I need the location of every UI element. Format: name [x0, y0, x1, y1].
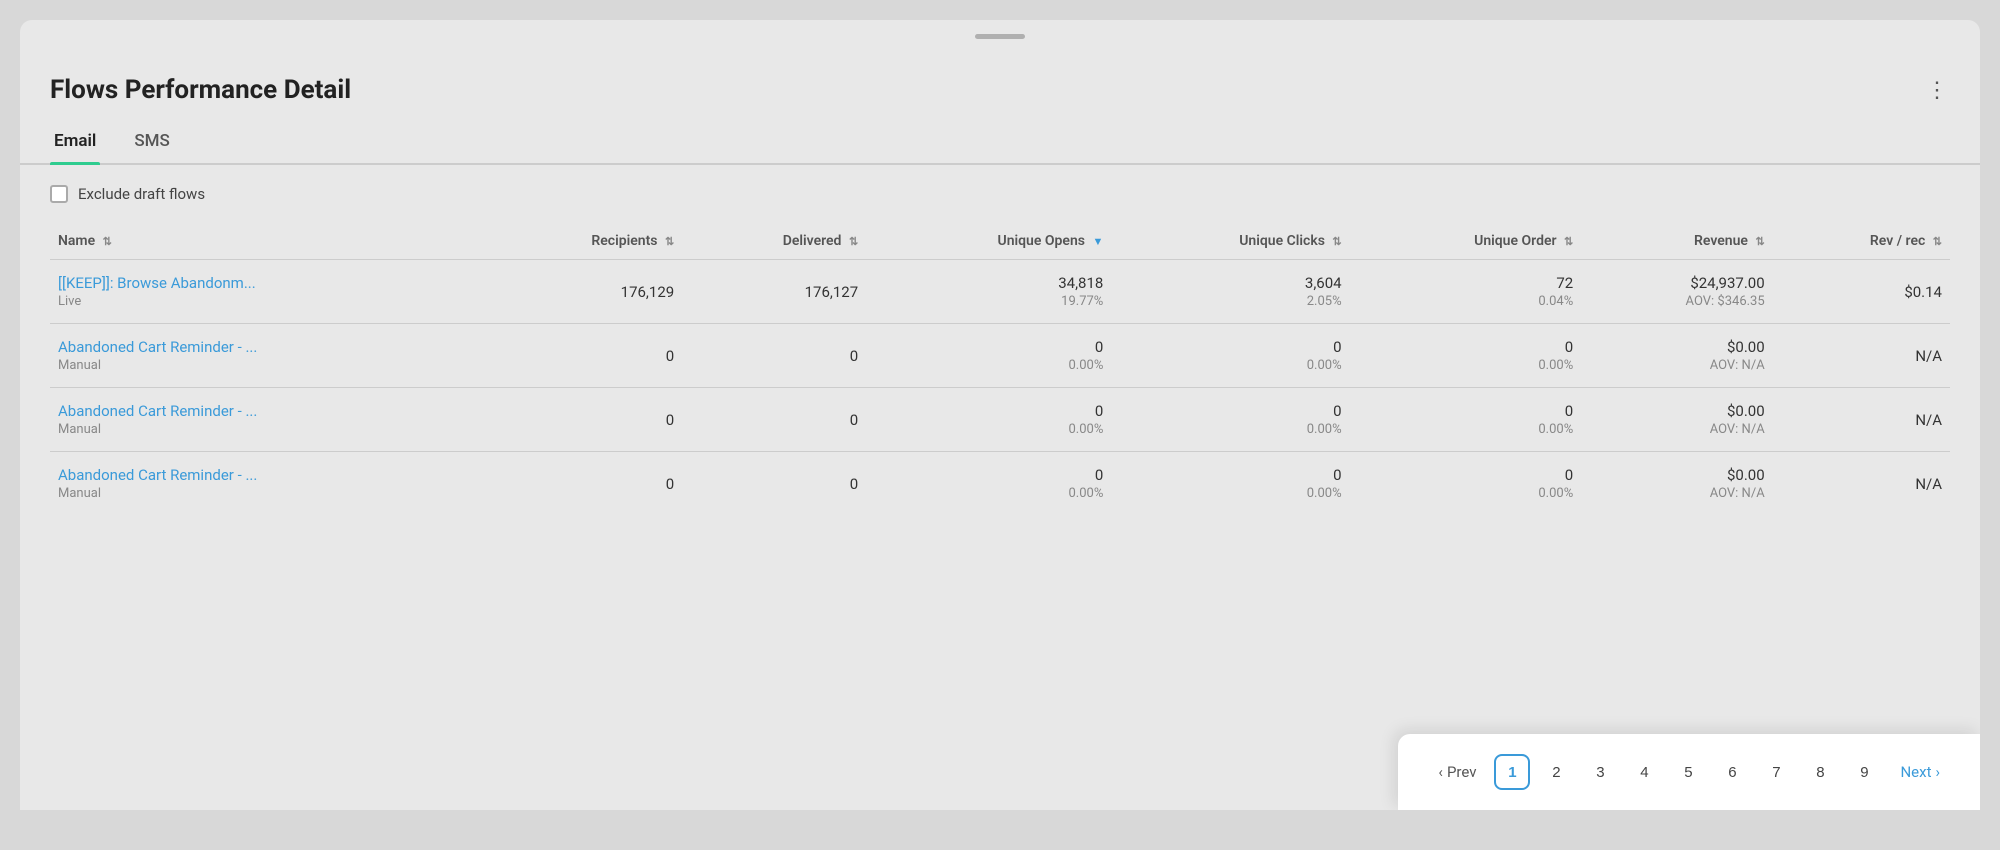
- cell-revenue-3: $0.00 AOV: N/A: [1581, 452, 1772, 516]
- cell-unique-opens-3: 0 0.00%: [866, 452, 1111, 516]
- page-button-3[interactable]: 3: [1582, 754, 1618, 790]
- flow-status-3: Manual: [58, 486, 475, 501]
- page-button-8[interactable]: 8: [1802, 754, 1838, 790]
- cell-rev-per-rec-3: N/A: [1773, 452, 1950, 516]
- cell-unique-opens-1: 0 0.00%: [866, 324, 1111, 388]
- table-row: Abandoned Cart Reminder - ... Manual 0 0…: [50, 452, 1950, 516]
- table-header-row: Name ⇅ Recipients ⇅ Delivered ⇅ Unique O…: [50, 223, 1950, 260]
- cell-rev-per-rec-0: $0.14: [1773, 260, 1950, 324]
- flow-name-link-1[interactable]: Abandoned Cart Reminder - ...: [58, 338, 475, 356]
- cell-recipients-0: 176,129: [483, 260, 682, 324]
- tabs-row: Email SMS: [20, 105, 1980, 165]
- flow-status-0: Live: [58, 294, 475, 309]
- page-button-5[interactable]: 5: [1670, 754, 1706, 790]
- main-panel: Flows Performance Detail ⋮ Email SMS Exc…: [20, 20, 1980, 810]
- header: Flows Performance Detail ⋮: [20, 45, 1980, 105]
- cell-rev-per-rec-2: N/A: [1773, 388, 1950, 452]
- table-row: [[KEEP]]: Browse Abandonm... Live 176,12…: [50, 260, 1950, 324]
- sort-opens-icon: ▼: [1092, 235, 1103, 248]
- prev-button[interactable]: ‹ Prev: [1428, 757, 1486, 787]
- col-unique-opens[interactable]: Unique Opens ▼: [866, 223, 1111, 260]
- cell-recipients-2: 0: [483, 388, 682, 452]
- cell-unique-order-1: 0 0.00%: [1350, 324, 1582, 388]
- pagination-panel: ‹ Prev 1 2 3 4 5 6 7 8 9 Next ›: [1398, 734, 1980, 810]
- col-unique-clicks[interactable]: Unique Clicks ⇅: [1111, 223, 1349, 260]
- sort-delivered-icon: ⇅: [849, 235, 858, 248]
- page-button-1[interactable]: 1: [1494, 754, 1530, 790]
- flow-name-link-2[interactable]: Abandoned Cart Reminder - ...: [58, 402, 475, 420]
- cell-unique-opens-0: 34,818 19.77%: [866, 260, 1111, 324]
- cell-unique-order-3: 0 0.00%: [1350, 452, 1582, 516]
- cell-name-1: Abandoned Cart Reminder - ... Manual: [50, 324, 483, 388]
- cell-recipients-1: 0: [483, 324, 682, 388]
- page-title: Flows Performance Detail: [50, 75, 351, 105]
- table-row: Abandoned Cart Reminder - ... Manual 0 0…: [50, 324, 1950, 388]
- cell-unique-clicks-3: 0 0.00%: [1111, 452, 1349, 516]
- tab-sms[interactable]: SMS: [130, 123, 173, 163]
- more-options-icon[interactable]: ⋮: [1926, 78, 1950, 103]
- col-delivered[interactable]: Delivered ⇅: [682, 223, 866, 260]
- cell-revenue-0: $24,937.00 AOV: $346.35: [1581, 260, 1772, 324]
- page-button-7[interactable]: 7: [1758, 754, 1794, 790]
- page-button-2[interactable]: 2: [1538, 754, 1574, 790]
- exclude-draft-checkbox[interactable]: [50, 185, 68, 203]
- next-button[interactable]: Next ›: [1890, 757, 1950, 787]
- cell-name-2: Abandoned Cart Reminder - ... Manual: [50, 388, 483, 452]
- page-button-4[interactable]: 4: [1626, 754, 1662, 790]
- flow-name-link-3[interactable]: Abandoned Cart Reminder - ...: [58, 466, 475, 484]
- col-rev-per-rec[interactable]: Rev / rec ⇅: [1773, 223, 1950, 260]
- cell-recipients-3: 0: [483, 452, 682, 516]
- cell-revenue-1: $0.00 AOV: N/A: [1581, 324, 1772, 388]
- page-button-9[interactable]: 9: [1846, 754, 1882, 790]
- flow-status-1: Manual: [58, 358, 475, 373]
- sort-revenue-icon: ⇅: [1755, 235, 1764, 248]
- tab-email[interactable]: Email: [50, 123, 100, 163]
- flow-name-link-0[interactable]: [[KEEP]]: Browse Abandonm...: [58, 274, 475, 292]
- cell-name-0: [[KEEP]]: Browse Abandonm... Live: [50, 260, 483, 324]
- cell-name-3: Abandoned Cart Reminder - ... Manual: [50, 452, 483, 516]
- col-unique-order[interactable]: Unique Order ⇅: [1350, 223, 1582, 260]
- col-recipients[interactable]: Recipients ⇅: [483, 223, 682, 260]
- drag-handle: [975, 34, 1025, 39]
- cell-delivered-1: 0: [682, 324, 866, 388]
- cell-rev-per-rec-1: N/A: [1773, 324, 1950, 388]
- cell-delivered-0: 176,127: [682, 260, 866, 324]
- exclude-draft-label: Exclude draft flows: [78, 185, 205, 203]
- flows-table: Name ⇅ Recipients ⇅ Delivered ⇅ Unique O…: [50, 223, 1950, 515]
- cell-revenue-2: $0.00 AOV: N/A: [1581, 388, 1772, 452]
- cell-unique-clicks-1: 0 0.00%: [1111, 324, 1349, 388]
- cell-unique-opens-2: 0 0.00%: [866, 388, 1111, 452]
- table-container: Name ⇅ Recipients ⇅ Delivered ⇅ Unique O…: [20, 223, 1980, 515]
- table-row: Abandoned Cart Reminder - ... Manual 0 0…: [50, 388, 1950, 452]
- sort-recipients-icon: ⇅: [665, 235, 674, 248]
- filter-row: Exclude draft flows: [20, 165, 1980, 223]
- cell-unique-clicks-2: 0 0.00%: [1111, 388, 1349, 452]
- col-revenue[interactable]: Revenue ⇅: [1581, 223, 1772, 260]
- cell-unique-order-0: 72 0.04%: [1350, 260, 1582, 324]
- cell-delivered-3: 0: [682, 452, 866, 516]
- cell-delivered-2: 0: [682, 388, 866, 452]
- cell-unique-order-2: 0 0.00%: [1350, 388, 1582, 452]
- col-name[interactable]: Name ⇅: [50, 223, 483, 260]
- chevron-right-icon: ›: [1935, 763, 1940, 781]
- page-button-6[interactable]: 6: [1714, 754, 1750, 790]
- sort-clicks-icon: ⇅: [1332, 235, 1341, 248]
- sort-name-icon: ⇅: [103, 235, 112, 248]
- sort-order-icon: ⇅: [1564, 235, 1573, 248]
- flow-status-2: Manual: [58, 422, 475, 437]
- cell-unique-clicks-0: 3,604 2.05%: [1111, 260, 1349, 324]
- sort-revrec-icon: ⇅: [1933, 235, 1942, 248]
- chevron-left-icon: ‹: [1438, 763, 1443, 781]
